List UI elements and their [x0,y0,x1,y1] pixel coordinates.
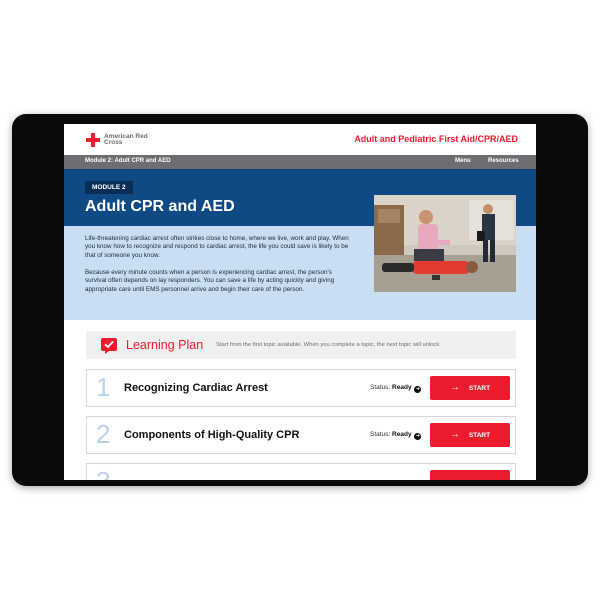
learning-plan-icon [101,338,117,354]
learning-plan-description: Start from the first topic available. Wh… [216,342,441,348]
screen: American Red Cross Adult and Pediatric F… [64,124,536,480]
topic-title: Components of High-Quality CPR [124,429,300,441]
arrow-circle-icon: ➜ [414,386,422,393]
breadcrumb: Module 2: Adult CPR and AED [85,158,171,164]
red-cross-icon [86,133,100,147]
hero-photo [374,195,516,292]
intro-paragraph-2: Because every minute counts when a perso… [85,269,335,293]
topic-row: 1 Recognizing Cardiac Arrest Status: Rea… [86,369,516,407]
status-label: Status: [370,431,391,438]
module-tag: MODULE 2 [85,181,133,194]
module-nav-bar: Module 2: Adult CPR and AED Menu Resourc… [64,155,536,169]
topic-row: 3 [86,463,516,480]
logo-text: American Red Cross [104,132,148,146]
start-button[interactable] [430,470,510,480]
arrow-right-icon: → [449,429,460,440]
topic-number: 1 [96,372,111,402]
cpr-training-photo [374,195,516,292]
status-value: Ready [392,384,412,391]
resources-link[interactable]: Resources [488,158,519,164]
status-label: Status: [370,384,391,391]
start-button[interactable]: → START [430,423,510,447]
learning-plan-title: Learning Plan [126,338,204,352]
start-button-label: START [468,384,491,392]
intro-paragraph-1: Life-threatening cardiac arrest often st… [85,235,349,259]
menu-link[interactable]: Menu [455,158,471,164]
topic-status: Status: Ready ➜ [370,431,422,440]
topic-row: 2 Components of High-Quality CPR Status:… [86,416,516,454]
red-cross-logo[interactable]: American Red Cross [86,131,148,149]
arrow-right-icon: → [449,382,460,393]
site-header: American Red Cross Adult and Pediatric F… [64,124,536,156]
topic-status: Status: Ready ➜ [370,384,422,393]
topic-number: 2 [96,419,111,449]
learning-plan-bar: Learning Plan Start from the first topic… [86,331,516,359]
course-title: Adult and Pediatric First Aid/CPR/AED [354,134,518,144]
arrow-circle-icon: ➜ [414,433,422,440]
page-title: Adult CPR and AED [85,198,235,215]
start-button-label: START [468,431,491,439]
topic-number: 3 [96,466,110,480]
status-value: Ready [392,431,412,438]
topic-title: Recognizing Cardiac Arrest [124,382,268,394]
start-button[interactable]: → START [430,376,510,400]
